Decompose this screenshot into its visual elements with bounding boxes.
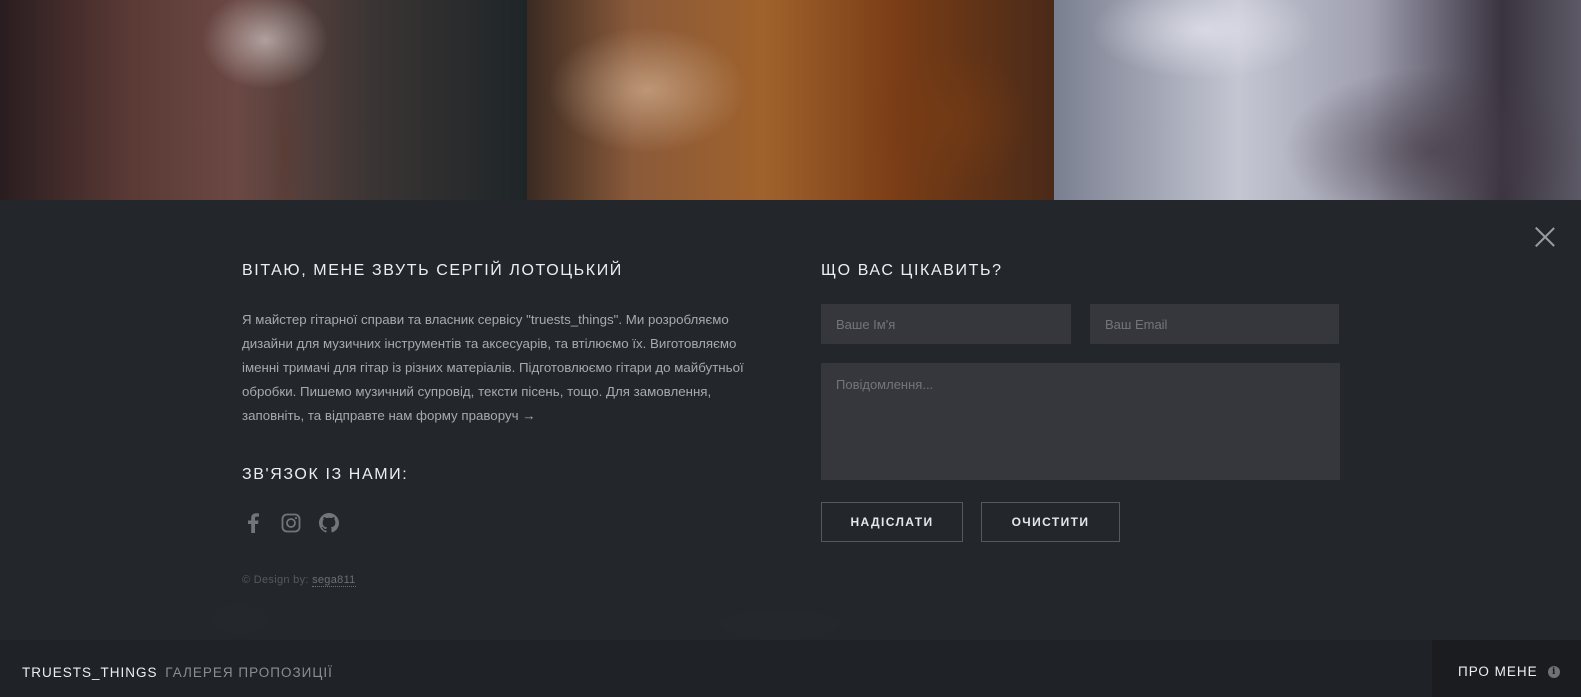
facebook-icon[interactable] [242,512,264,534]
send-button[interactable]: НАДІСЛАТИ [821,502,963,542]
about-me-button[interactable]: ПРО МЕНЕ i [1458,664,1560,679]
info-icon: i [1547,665,1560,678]
github-icon[interactable] [318,512,340,534]
about-section: ВІТАЮ, МЕНЕ ЗВУТЬ СЕРГІЙ ЛОТОЦЬКИЙ Я май… [242,262,772,587]
gallery-thumb-workshop[interactable] [527,0,1054,200]
credit-prefix: © Design by: [242,574,309,586]
clear-button[interactable]: ОЧИСТИТИ [981,502,1120,542]
about-me-label: ПРО МЕНЕ [1458,664,1538,679]
design-credit: © Design by: sega811 [242,574,772,587]
gallery-thumb-instrument[interactable] [1054,0,1581,200]
credit-link[interactable]: sega811 [312,574,356,587]
contact-heading: ЗВ'ЯЗОК ІЗ НАМИ: [242,466,409,483]
brand-name: TRUESTS_THINGS [22,665,158,680]
form-row [821,304,1341,344]
email-input[interactable] [1090,304,1339,344]
name-input[interactable] [821,304,1071,344]
about-heading: ВІТАЮ, МЕНЕ ЗВУТЬ СЕРГІЙ ЛОТОЦЬКИЙ [242,262,623,279]
about-panel [0,200,1581,640]
form-buttons: НАДІСЛАТИ ОЧИСТИТИ [821,502,1341,542]
gallery-thumb-guitar[interactable] [0,0,527,200]
social-links [242,512,772,534]
instagram-icon[interactable] [280,512,302,534]
close-icon[interactable] [1534,226,1556,248]
form-heading: ЩО ВАС ЦІКАВИТЬ? [821,262,1003,279]
brand-subtitle: ГАЛЕРЕЯ ПРОПОЗИЦІЇ [165,665,333,680]
site-brand[interactable]: TRUESTS_THINGS ГАЛЕРЕЯ ПРОПОЗИЦІЇ [22,665,333,680]
about-intro: Я майстер гітарної справи та власник сер… [242,312,744,423]
message-textarea[interactable] [821,363,1340,480]
contact-form: ЩО ВАС ЦІКАВИТЬ? НАДІСЛАТИ ОЧИСТИТИ [821,262,1341,542]
